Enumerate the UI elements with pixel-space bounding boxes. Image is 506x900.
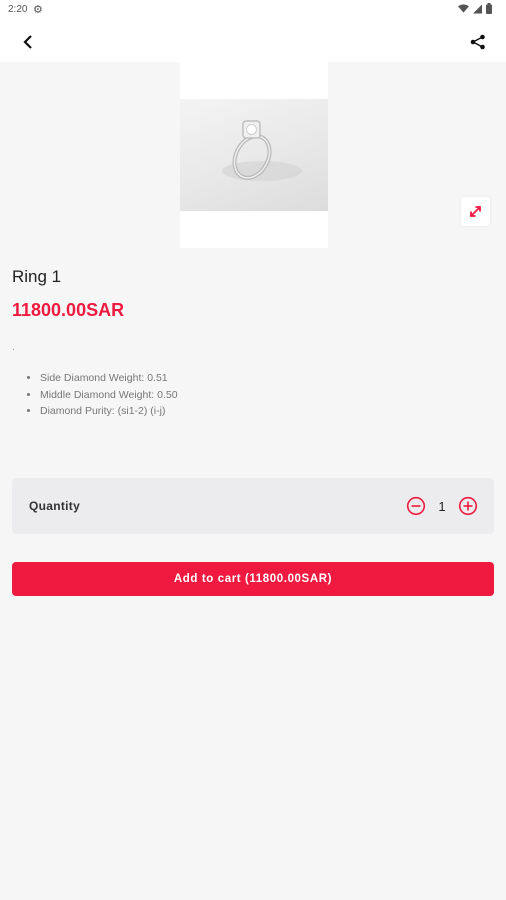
quantity-value: 1 [438,499,446,514]
feature-item: Diamond Purity: (si1-2) (i-j) [40,403,178,420]
signal-icon [473,4,482,13]
ring-photo [180,99,328,211]
plus-circle-icon[interactable] [458,496,478,516]
app-bar [0,22,506,62]
add-to-cart-button[interactable]: Add to cart (11800.00SAR) [12,562,494,596]
status-time: 2:20 [8,4,28,15]
share-button[interactable] [464,30,492,54]
expand-button[interactable] [461,197,490,226]
wifi-icon [458,3,469,13]
feature-item: Side Diamond Weight: 0.51 [40,370,178,387]
quantity-panel: Quantity 1 [12,478,494,534]
description-text: . [12,342,15,353]
product-price: 11800.00SAR [12,300,125,320]
quantity-label: Quantity [29,499,81,513]
product-title: Ring 1 [12,267,62,286]
minus-circle-icon[interactable] [406,496,426,516]
back-arrow-icon [23,35,32,49]
gear-icon: ⚙ [33,4,43,16]
battery-icon [486,3,492,14]
expand-icon [470,206,481,217]
product-image[interactable] [180,62,328,248]
back-button[interactable] [14,30,42,54]
share-icon [470,34,485,50]
status-bar: 2:20 ⚙ [0,0,506,22]
feature-item: Middle Diamond Weight: 0.50 [40,387,178,404]
feature-list: Side Diamond Weight: 0.51 Middle Diamond… [26,370,178,420]
status-icons [458,3,492,14]
